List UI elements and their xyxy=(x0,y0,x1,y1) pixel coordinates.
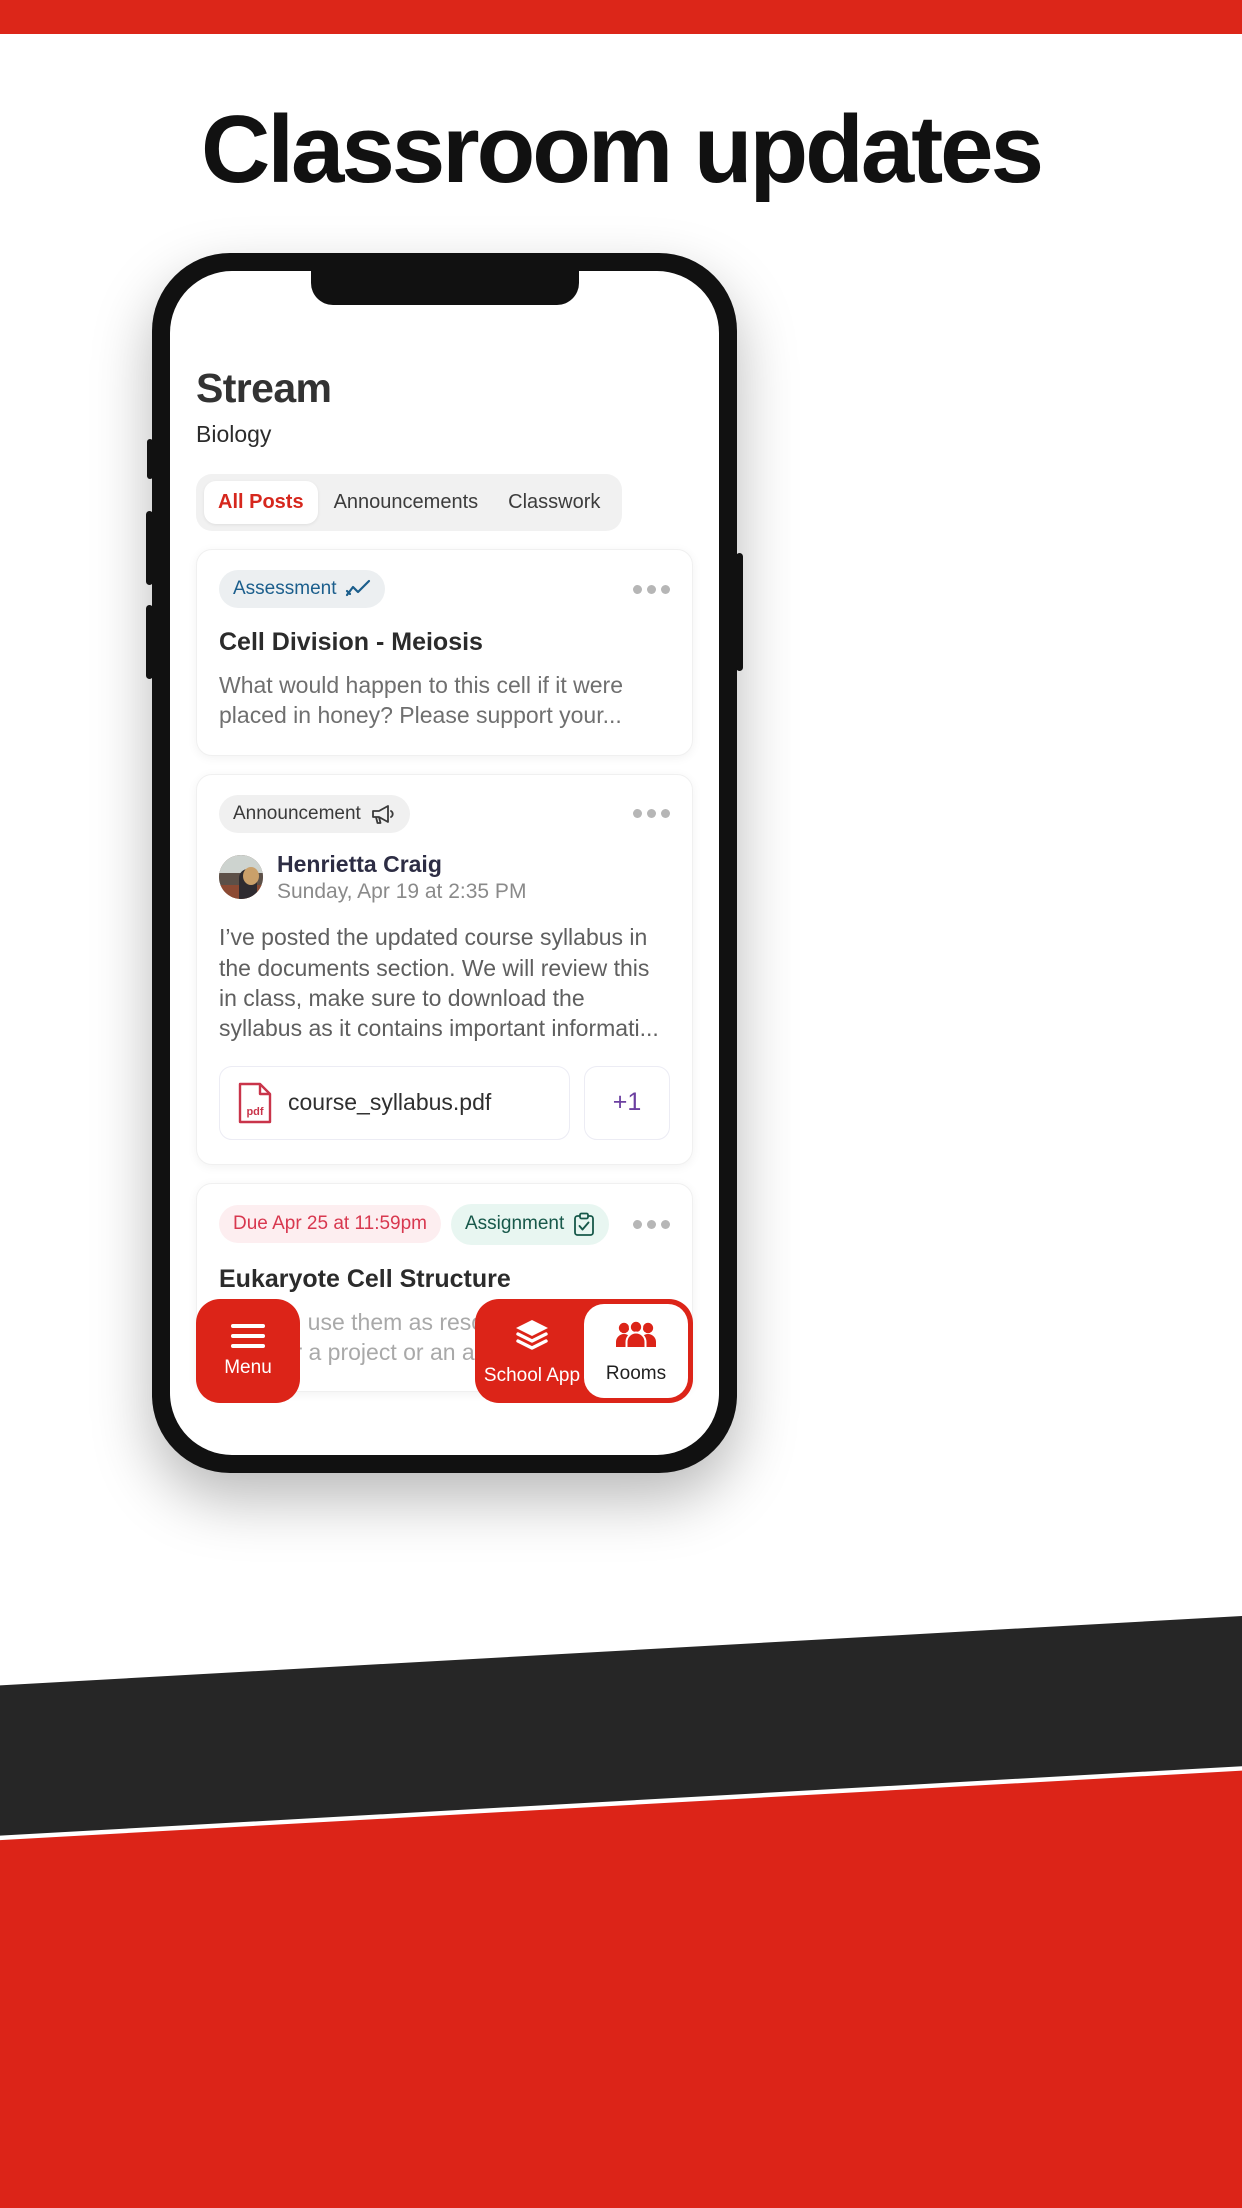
attachment-chip-pdf[interactable]: pdf course_syllabus.pdf xyxy=(219,1065,570,1140)
nav-button-school-app[interactable]: School App xyxy=(480,1304,584,1398)
nav-group: School App Rooms xyxy=(475,1299,693,1403)
dot xyxy=(647,584,656,594)
dot xyxy=(661,584,670,594)
nav-rooms-label: Rooms xyxy=(605,1362,667,1384)
post-overflow-menu[interactable] xyxy=(633,584,670,594)
author-name: Henrietta Craig xyxy=(277,850,442,877)
dot xyxy=(647,809,656,819)
assessment-badge-label: Assessment xyxy=(233,578,337,600)
dot xyxy=(633,1219,642,1229)
announcement-badge-label: Announcement xyxy=(233,802,361,824)
nav-button-rooms[interactable]: Rooms xyxy=(584,1304,688,1398)
screenshot-canvas: Classroom updates Stream Biology All Pos… xyxy=(0,0,1242,2208)
post-overflow-menu[interactable] xyxy=(633,809,670,819)
phone-screen: Stream Biology All Posts Announcements C… xyxy=(170,271,719,1455)
post-timestamp: Sunday, Apr 19 at 2:35 PM xyxy=(277,880,527,904)
tab-announcements[interactable]: Announcements xyxy=(320,481,493,524)
dot xyxy=(633,809,642,819)
silent-switch[interactable] xyxy=(147,439,153,479)
bottom-navigation: Menu School App Rooms xyxy=(170,1299,719,1403)
phone-mockup: Stream Biology All Posts Announcements C… xyxy=(146,253,743,1473)
announcement-badge: Announcement xyxy=(219,794,410,833)
dot xyxy=(661,1219,670,1229)
author-row: Henrietta Craig Sunday, Apr 19 at 2:35 P… xyxy=(219,851,670,904)
trend-chart-icon xyxy=(345,579,371,599)
tab-all-posts[interactable]: All Posts xyxy=(204,481,318,525)
dot xyxy=(661,809,670,819)
post-overflow-menu[interactable] xyxy=(633,1219,670,1229)
attachment-more-count[interactable]: +1 xyxy=(584,1065,670,1140)
tab-classwork[interactable]: Classwork xyxy=(494,481,614,524)
course-name: Biology xyxy=(196,421,272,448)
card-header: Announcement xyxy=(219,794,670,833)
volume-up-button[interactable] xyxy=(146,511,153,585)
megaphone-icon xyxy=(370,803,396,825)
pdf-file-icon: pdf xyxy=(238,1082,272,1124)
page-title: Stream xyxy=(196,365,332,411)
post-title: Eukaryote Cell Structure xyxy=(219,1264,511,1293)
attachment-filename: course_syllabus.pdf xyxy=(288,1089,492,1116)
assignment-badge: Assignment xyxy=(451,1203,610,1245)
post-body: I’ve posted the updated course syllabus … xyxy=(219,924,659,1042)
card-header: Due Apr 25 at 11:59pm Assignment xyxy=(219,1203,670,1245)
nav-button-menu[interactable]: Menu xyxy=(196,1299,300,1403)
hamburger-icon xyxy=(231,1323,265,1348)
device-notch xyxy=(310,271,579,305)
dot xyxy=(647,1219,656,1229)
clipboard-check-icon xyxy=(573,1212,595,1237)
nav-menu-label: Menu xyxy=(224,1356,272,1378)
assignment-badge-label: Assignment xyxy=(465,1213,565,1235)
post-title: Cell Division - Meiosis xyxy=(219,628,483,657)
power-button[interactable] xyxy=(736,553,743,671)
post-card-assessment[interactable]: Assessment Cell Division - Meiosis What … xyxy=(196,549,693,756)
assessment-badge: Assessment xyxy=(219,570,386,609)
volume-down-button[interactable] xyxy=(146,605,153,679)
nav-school-app-label: School App xyxy=(483,1364,581,1386)
dot xyxy=(633,584,642,594)
svg-text:pdf: pdf xyxy=(246,1106,263,1118)
people-icon xyxy=(615,1319,657,1356)
attachments: pdf course_syllabus.pdf +1 xyxy=(219,1065,670,1140)
due-date-badge: Due Apr 25 at 11:59pm xyxy=(219,1205,441,1244)
card-header: Assessment xyxy=(219,570,670,609)
app-viewport: Stream Biology All Posts Announcements C… xyxy=(170,271,719,1455)
post-card-announcement[interactable]: Announcement Henrietta Craig Sunday, Apr… xyxy=(196,773,693,1165)
post-body: What would happen to this cell if it wer… xyxy=(219,672,623,729)
stream-filter-tabs: All Posts Announcements Classwork xyxy=(196,474,623,532)
top-red-strip xyxy=(0,0,1242,34)
layers-icon xyxy=(512,1318,552,1358)
background-red-band xyxy=(0,1766,1242,2208)
avatar xyxy=(219,855,263,900)
page-headline: Classroom updates xyxy=(201,96,1044,203)
